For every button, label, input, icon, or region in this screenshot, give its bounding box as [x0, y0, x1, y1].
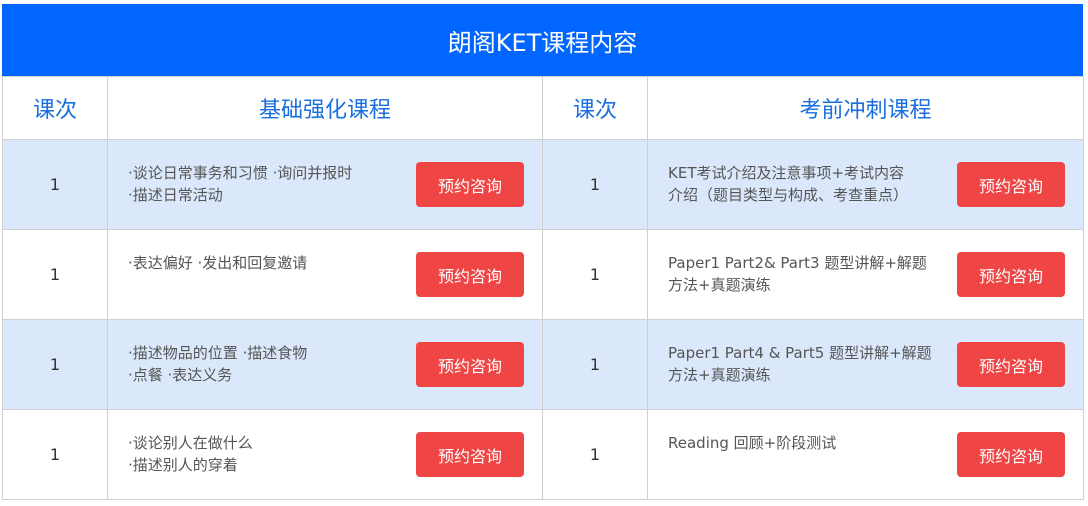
- header-basic-course: 基础强化课程: [107, 76, 543, 140]
- basic-course-text: ·谈论别人在做什么 ·描述别人的穿着: [128, 434, 253, 474]
- lesson-number: 1: [2, 229, 108, 320]
- basic-course-cell: ·表达偏好 ·发出和回复邀请 预约咨询: [107, 229, 543, 320]
- lesson-number: 1: [542, 409, 648, 500]
- table-header-row: 课次 基础强化课程 课次 考前冲刺课程: [2, 76, 1084, 140]
- header-lesson-number-2: 课次: [542, 76, 648, 140]
- book-consultation-button[interactable]: 预约咨询: [416, 342, 524, 387]
- sprint-course-cell: Paper1 Part2& Part3 题型讲解+解题 方法+真题演练 预约咨询: [647, 229, 1084, 320]
- table-row: 1 ·谈论别人在做什么 ·描述别人的穿着 预约咨询 1 Reading 回顾+阶…: [2, 409, 1084, 500]
- basic-course-cell: ·谈论别人在做什么 ·描述别人的穿着 预约咨询: [107, 409, 543, 500]
- basic-course-cell: ·谈论日常事务和习惯 ·询问并报时 ·描述日常活动 预约咨询: [107, 139, 543, 230]
- basic-course-text: ·谈论日常事务和习惯 ·询问并报时 ·描述日常活动: [128, 164, 353, 204]
- basic-course-text: ·表达偏好 ·发出和回复邀请: [128, 254, 308, 272]
- sprint-course-text: KET考试介绍及注意事项+考试内容 介绍（题目类型与构成、考查重点）: [668, 164, 909, 204]
- page-title: 朗阁KET课程内容: [2, 4, 1083, 76]
- lesson-number: 1: [2, 409, 108, 500]
- lesson-number: 1: [542, 139, 648, 230]
- sprint-course-cell: Paper1 Part4 & Part5 题型讲解+解题 方法+真题演练 预约咨…: [647, 319, 1084, 410]
- sprint-course-cell: Reading 回顾+阶段测试 预约咨询: [647, 409, 1084, 500]
- basic-course-cell: ·描述物品的位置 ·描述食物 ·点餐 ·表达义务 预约咨询: [107, 319, 543, 410]
- header-lesson-number: 课次: [2, 76, 108, 140]
- header-sprint-course: 考前冲刺课程: [647, 76, 1084, 140]
- sprint-course-text: Paper1 Part4 & Part5 题型讲解+解题 方法+真题演练: [668, 344, 932, 384]
- book-consultation-button[interactable]: 预约咨询: [957, 252, 1065, 297]
- table-row: 1 ·表达偏好 ·发出和回复邀请 预约咨询 1 Paper1 Part2& Pa…: [2, 229, 1084, 320]
- lesson-number: 1: [542, 229, 648, 320]
- sprint-course-text: Reading 回顾+阶段测试: [668, 434, 837, 452]
- course-table-panel: 朗阁KET课程内容 课次 基础强化课程 课次 考前冲刺课程 1 ·谈论日常事务和…: [2, 4, 1084, 500]
- sprint-course-text: Paper1 Part2& Part3 题型讲解+解题 方法+真题演练: [668, 254, 927, 294]
- basic-course-text: ·描述物品的位置 ·描述食物 ·点餐 ·表达义务: [128, 344, 308, 384]
- lesson-number: 1: [2, 139, 108, 230]
- book-consultation-button[interactable]: 预约咨询: [957, 162, 1065, 207]
- book-consultation-button[interactable]: 预约咨询: [957, 432, 1065, 477]
- table-row: 1 ·谈论日常事务和习惯 ·询问并报时 ·描述日常活动 预约咨询 1 KET考试…: [2, 139, 1084, 230]
- book-consultation-button[interactable]: 预约咨询: [416, 252, 524, 297]
- lesson-number: 1: [2, 319, 108, 410]
- book-consultation-button[interactable]: 预约咨询: [957, 342, 1065, 387]
- book-consultation-button[interactable]: 预约咨询: [416, 432, 524, 477]
- book-consultation-button[interactable]: 预约咨询: [416, 162, 524, 207]
- course-table: 课次 基础强化课程 课次 考前冲刺课程 1 ·谈论日常事务和习惯 ·询问并报时 …: [2, 76, 1084, 500]
- table-row: 1 ·描述物品的位置 ·描述食物 ·点餐 ·表达义务 预约咨询 1 Paper1…: [2, 319, 1084, 410]
- lesson-number: 1: [542, 319, 648, 410]
- sprint-course-cell: KET考试介绍及注意事项+考试内容 介绍（题目类型与构成、考查重点） 预约咨询: [647, 139, 1084, 230]
